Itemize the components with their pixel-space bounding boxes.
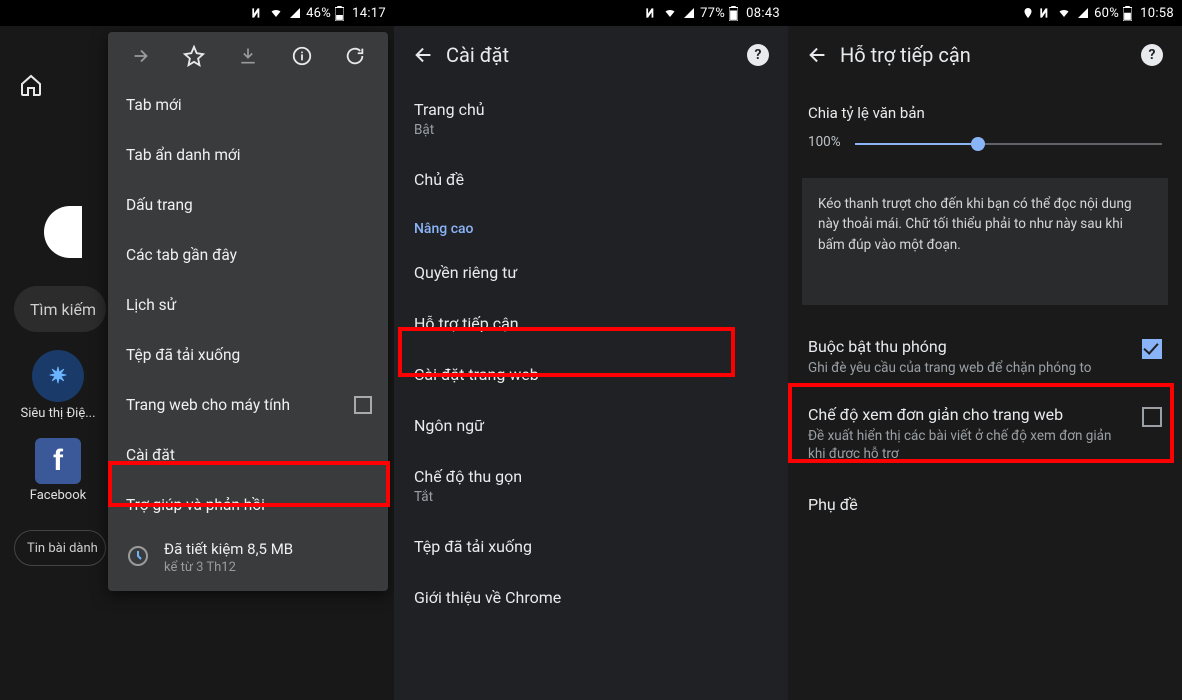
status-bar: 60% 10:58 — [788, 0, 1182, 26]
data-saved-line2: kể từ 3 Th12 — [164, 560, 293, 575]
battery-percent: 77% — [700, 6, 725, 21]
nfc-icon — [1038, 6, 1052, 20]
desktop-site-checkbox[interactable] — [354, 396, 372, 414]
row-downloads[interactable]: Tệp đã tải xuống — [394, 521, 788, 572]
menu-new-tab[interactable]: Tab mới — [108, 80, 388, 130]
menu-history[interactable]: Lịch sử — [108, 280, 388, 330]
app-bar: Hỗ trợ tiếp cận ? — [788, 26, 1182, 84]
site-shortcut-2-label: Facebook — [18, 488, 98, 503]
forward-icon[interactable] — [121, 36, 161, 76]
settings-list: Trang chủ Bật Chủ đề Nâng cao Quyền riên… — [394, 84, 788, 623]
status-bar: 46% 14:17 — [0, 0, 394, 26]
screenshot-panel-1: 46% 14:17 Tìm kiếm ✷ Siêu thị Điệ... f F… — [0, 0, 394, 700]
location-icon — [1022, 6, 1034, 20]
row-site-settings[interactable]: Cài đặt trang web — [394, 349, 788, 400]
google-logo-partial — [44, 206, 82, 258]
row-captions[interactable]: Phụ đề — [788, 477, 1182, 532]
wifi-icon — [662, 7, 678, 19]
menu-data-saver[interactable]: Đã tiết kiệm 8,5 MB kể từ 3 Th12 — [108, 530, 388, 581]
status-bar: 77% 08:43 — [394, 0, 788, 26]
download-icon[interactable] — [228, 36, 268, 76]
row-force-zoom[interactable]: Buộc bật thu phóng Ghi đè yêu cầu của tr… — [788, 323, 1182, 391]
simplified-view-checkbox[interactable] — [1142, 407, 1162, 427]
battery-percent: 60% — [1094, 6, 1119, 21]
battery-percent: 46% — [306, 6, 331, 21]
search-input[interactable]: Tìm kiếm — [14, 286, 106, 332]
site-shortcut-1[interactable]: ✷ — [32, 350, 84, 402]
back-icon[interactable] — [402, 33, 446, 77]
wifi-icon — [268, 7, 284, 19]
reload-icon[interactable] — [335, 36, 375, 76]
text-scaling-label: Chia tỷ lệ văn bản — [808, 104, 1162, 122]
nfc-icon — [644, 6, 658, 20]
suggestion-chip[interactable]: Tin bài dành — [14, 530, 106, 566]
help-icon[interactable]: ? — [736, 33, 780, 77]
screenshot-panel-3: 60% 10:58 Hỗ trợ tiếp cận ? Chia tỷ lệ v… — [788, 0, 1182, 700]
page-title: Cài đặt — [446, 43, 736, 67]
nfc-icon — [250, 6, 264, 20]
menu-incognito[interactable]: Tab ẩn danh mới — [108, 130, 388, 180]
app-bar: Cài đặt ? — [394, 26, 788, 84]
site-shortcut-1-label: Siêu thị Điệ... — [18, 406, 98, 421]
menu-settings[interactable]: Cài đặt — [108, 430, 388, 480]
page-title: Hỗ trợ tiếp cận — [840, 43, 1130, 67]
star-icon[interactable] — [174, 36, 214, 76]
search-placeholder: Tìm kiếm — [30, 300, 96, 319]
battery-icon — [335, 6, 344, 21]
text-scaling-slider[interactable] — [855, 132, 1162, 156]
row-about[interactable]: Giới thiệu về Chrome — [394, 572, 788, 623]
row-privacy[interactable]: Quyền riêng tư — [394, 247, 788, 298]
home-icon[interactable] — [14, 68, 48, 102]
clock: 14:17 — [352, 6, 386, 21]
back-icon[interactable] — [796, 33, 840, 77]
menu-recent-tabs[interactable]: Các tab gần đây — [108, 230, 388, 280]
menu-bookmarks[interactable]: Dấu trang — [108, 180, 388, 230]
row-languages[interactable]: Ngôn ngữ — [394, 400, 788, 451]
data-saved-line1: Đã tiết kiệm 8,5 MB — [164, 540, 293, 558]
menu-help[interactable]: Trợ giúp và phản hồi — [108, 480, 388, 530]
overflow-menu: Tab mới Tab ẩn danh mới Dấu trang Các ta… — [108, 32, 388, 591]
clock: 10:58 — [1140, 6, 1174, 21]
accessibility-body: Chia tỷ lệ văn bản 100% Kéo thanh trượt … — [788, 84, 1182, 532]
site-shortcut-2[interactable]: f — [35, 438, 81, 484]
wifi-icon — [1056, 7, 1072, 19]
row-simplified-view[interactable]: Chế độ xem đơn giản cho trang web Đề xuấ… — [788, 391, 1182, 477]
data-saver-icon — [126, 544, 150, 572]
signal-icon — [1076, 7, 1090, 19]
screenshot-panel-2: 77% 08:43 Cài đặt ? Trang chủ Bật Chủ đề… — [394, 0, 788, 700]
row-theme[interactable]: Chủ đề — [394, 154, 788, 205]
section-advanced: Nâng cao — [394, 205, 788, 247]
force-zoom-checkbox[interactable] — [1142, 339, 1162, 359]
menu-icon-row — [108, 32, 388, 80]
signal-icon — [682, 7, 696, 19]
row-accessibility[interactable]: Hỗ trợ tiếp cận — [394, 298, 788, 349]
signal-icon — [288, 7, 302, 19]
battery-icon — [729, 6, 738, 21]
help-icon[interactable]: ? — [1130, 33, 1174, 77]
text-scaling-value: 100% — [808, 134, 841, 150]
info-icon[interactable] — [282, 36, 322, 76]
sample-text-box: Kéo thanh trượt cho đến khi bạn có thể đ… — [802, 178, 1168, 305]
battery-icon — [1123, 6, 1132, 21]
text-scaling-block: Chia tỷ lệ văn bản 100% — [788, 94, 1182, 172]
row-lite-mode[interactable]: Chế độ thu gọn Tắt — [394, 451, 788, 521]
row-homepage[interactable]: Trang chủ Bật — [394, 84, 788, 154]
menu-desktop-site[interactable]: Trang web cho máy tính — [108, 380, 388, 430]
menu-downloads[interactable]: Tệp đã tải xuống — [108, 330, 388, 380]
clock: 08:43 — [746, 6, 780, 21]
